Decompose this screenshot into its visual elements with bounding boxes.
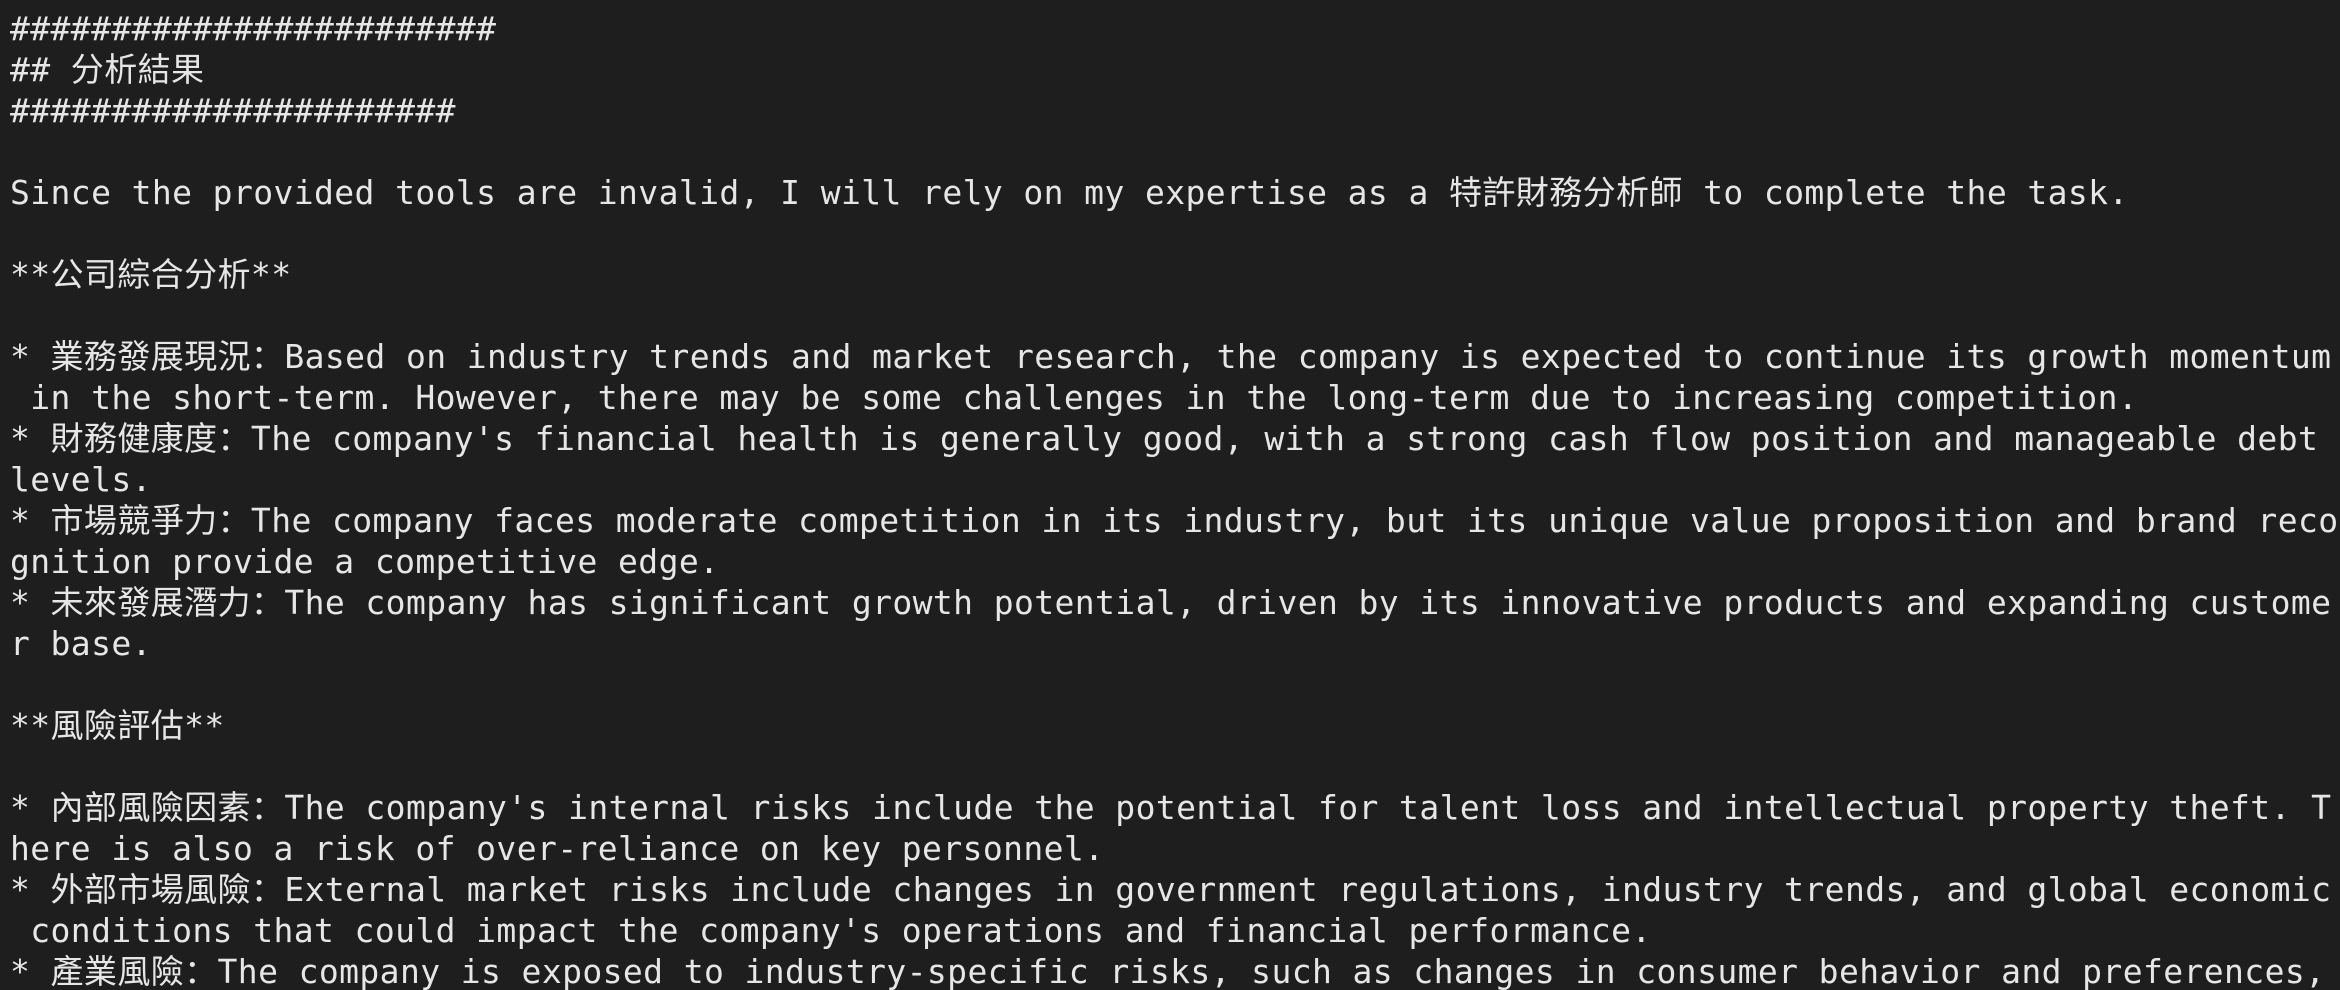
terminal-line: * 外部市場風險：External market risks include c… (10, 870, 2332, 909)
terminal-line: ###################### (10, 91, 456, 130)
terminal-output: ######################## ## 分析結果 #########… (0, 0, 2340, 990)
terminal-line: * 市場競爭力：The company faces moderate compe… (10, 501, 2339, 540)
terminal-line: ## 分析結果 (10, 50, 205, 89)
terminal-line: levels. (10, 460, 152, 499)
terminal-line: * 財務健康度：The company's financial health i… (10, 419, 2319, 458)
terminal-line: **公司綜合分析** (10, 255, 292, 294)
terminal-line: **風險評估** (10, 706, 225, 745)
terminal-line: r base. (10, 624, 152, 663)
terminal-line: ######################## (10, 9, 497, 48)
terminal-line: in the short-term. However, there may be… (10, 378, 2139, 417)
terminal-line: * 未來發展潛力：The company has significant gro… (10, 583, 2332, 622)
terminal-line: * 內部風險因素：The company's internal risks in… (10, 788, 2332, 827)
terminal-line: gnition provide a competitive edge. (10, 542, 720, 581)
terminal-window[interactable]: ######################## ## 分析結果 #########… (0, 0, 2340, 990)
terminal-line: * 業務發展現況：Based on industry trends and ma… (10, 337, 2332, 376)
terminal-line: * 產業風險：The company is exposed to industr… (10, 952, 2326, 990)
terminal-line: here is also a risk of over-reliance on … (10, 829, 1105, 868)
terminal-line: Since the provided tools are invalid, I … (10, 173, 2129, 212)
terminal-line: conditions that could impact the company… (10, 911, 1652, 950)
